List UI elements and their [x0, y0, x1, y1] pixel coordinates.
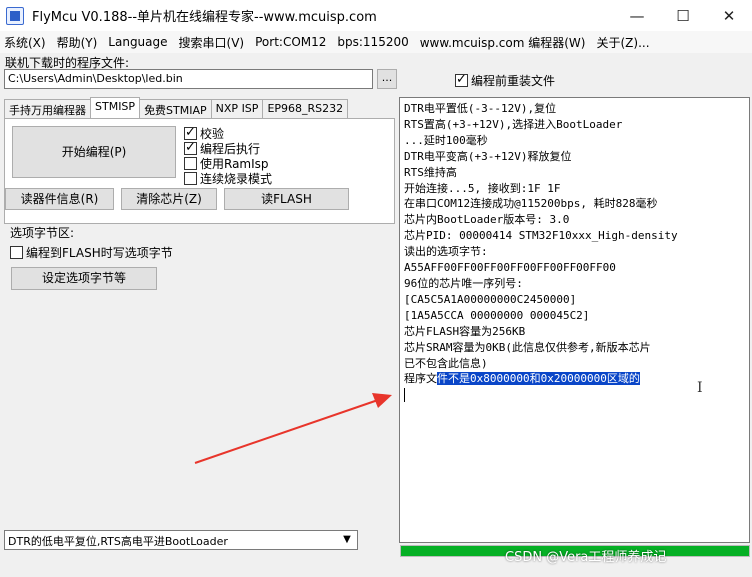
- log-line: DTR电平变高(+3-+12V)释放复位: [404, 149, 572, 163]
- log-line: DTR电平置低(-3--12V),复位: [404, 102, 557, 115]
- log-line: RTS维持高: [404, 165, 457, 179]
- log-output[interactable]: DTR电平置低(-3--12V),复位 RTS置高(+3-+12V),选择进入B…: [399, 97, 750, 543]
- set-option-bytes-button[interactable]: 设定选项字节等: [11, 267, 157, 290]
- watermark: CSDN @Vera工程师养成记: [505, 550, 667, 565]
- reload-file-checkbox[interactable]: 编程前重装文件: [455, 72, 555, 89]
- reload-file-label: 编程前重装文件: [471, 74, 556, 88]
- erase-chip-button[interactable]: 清除芯片(Z): [121, 188, 217, 210]
- log-line: 芯片内BootLoader版本号: 3.0: [404, 213, 570, 227]
- continuous-checkbox[interactable]: [184, 172, 197, 185]
- log-last-prefix: 程序文: [404, 372, 437, 386]
- log-line: 芯片SRAM容量为0KB(此信息仅供参考,新版本芯片: [404, 340, 651, 354]
- log-line-last: 程序文件不是0x8000000和0x20000000区域的: [404, 371, 745, 387]
- menu-search-port[interactable]: 搜索串口(V): [175, 34, 249, 51]
- run-after-checkbox[interactable]: [184, 140, 197, 156]
- reset-mode-select[interactable]: DTR的低电平复位,RTS高电平进BootLoader ▼: [4, 530, 358, 550]
- chevron-down-icon[interactable]: ▼: [339, 532, 355, 548]
- window-controls: — ☐ ✕: [614, 0, 752, 31]
- menu-about[interactable]: 关于(Z)...: [592, 34, 653, 51]
- arrow-head-icon: [372, 393, 392, 408]
- log-line: 读出的选项字节:: [404, 245, 488, 259]
- log-line: 在串口COM12连接成功@115200bps, 耗时828毫秒: [404, 197, 658, 211]
- tab-stmiap[interactable]: 免费STMIAP: [139, 99, 212, 118]
- close-button[interactable]: ✕: [706, 0, 752, 31]
- log-selected-text: 件不是0x8000000和0x20000000区域的: [437, 372, 640, 386]
- write-option-bytes-option[interactable]: 编程到FLASH时写选项字节: [10, 244, 173, 261]
- continuous-label: 连续烧录模式: [200, 172, 273, 186]
- reload-file-check-box[interactable]: [455, 72, 468, 88]
- text-caret: [404, 388, 405, 403]
- tab-ep968[interactable]: EP968_RS232: [262, 99, 349, 118]
- maximize-button[interactable]: ☐: [660, 0, 706, 31]
- menu-language[interactable]: Language: [104, 35, 171, 49]
- log-caret-line: [404, 387, 745, 403]
- tab-handheld[interactable]: 手持万用编程器: [4, 99, 91, 118]
- read-info-button[interactable]: 读器件信息(R): [5, 188, 114, 210]
- log-line: RTS置高(+3-+12V),选择进入BootLoader: [404, 117, 623, 131]
- menu-system[interactable]: 系统(X): [0, 34, 50, 51]
- menu-bar: 系统(X) 帮助(Y) Language 搜索串口(V) Port:COM12 …: [0, 31, 752, 53]
- log-line: 芯片PID: 00000414 STM32F10xxx_High-density: [404, 229, 678, 243]
- window-title: FlyMcu V0.188--单片机在线编程专家--www.mcuisp.com: [32, 10, 377, 25]
- minimize-button[interactable]: —: [614, 0, 660, 31]
- log-line: ...延时100毫秒: [404, 133, 488, 147]
- read-flash-button[interactable]: 读FLASH: [224, 188, 349, 210]
- ramisp-checkbox[interactable]: [184, 157, 197, 170]
- log-line: 开始连接...5, 接收到:1F 1F: [404, 181, 561, 195]
- tab-stmisp[interactable]: STMISP: [90, 97, 141, 118]
- log-line: [1A5A5CCA 00000000 000045C2]: [404, 308, 590, 322]
- log-line: [CA5C5A1A00000000C2450000]: [404, 292, 577, 306]
- verify-checkbox[interactable]: [184, 125, 197, 141]
- tab-nxp-isp[interactable]: NXP ISP: [210, 99, 264, 118]
- continuous-option[interactable]: 连续烧录模式: [184, 170, 272, 187]
- reset-mode-value: DTR的低电平复位,RTS高电平进BootLoader: [8, 535, 228, 548]
- start-program-button[interactable]: 开始编程(P): [12, 126, 176, 178]
- menu-help[interactable]: 帮助(Y): [53, 34, 102, 51]
- file-path-input[interactable]: C:\Users\Admin\Desktop\led.bin: [4, 69, 373, 89]
- menu-bps[interactable]: bps:115200: [333, 35, 412, 49]
- log-line: 芯片FLASH容量为256KB: [404, 324, 526, 338]
- ibeam-cursor-icon: I: [697, 380, 703, 396]
- log-line: A55AFF00FF00FF00FF00FF00FF00FF00: [404, 261, 616, 275]
- option-bytes-label: 选项字节区:: [10, 226, 75, 240]
- menu-port[interactable]: Port:COM12: [251, 35, 330, 49]
- log-line: 96位的芯片唯一序列号:: [404, 276, 523, 290]
- title-bar: FlyMcu V0.188--单片机在线编程专家--www.mcuisp.com…: [0, 0, 752, 31]
- programmer-tabs: 手持万用编程器 STMISP 免费STMIAP NXP ISP EP968_RS…: [4, 97, 349, 118]
- app-icon: [6, 6, 24, 25]
- menu-programmer[interactable]: www.mcuisp.com 编程器(W): [416, 34, 590, 51]
- browse-button[interactable]: ...: [377, 69, 397, 89]
- write-option-bytes-checkbox[interactable]: [10, 246, 23, 259]
- log-line: 已不包含此信息): [404, 356, 488, 370]
- arrow-shaft: [194, 399, 379, 464]
- write-option-bytes-label: 编程到FLASH时写选项字节: [26, 246, 173, 260]
